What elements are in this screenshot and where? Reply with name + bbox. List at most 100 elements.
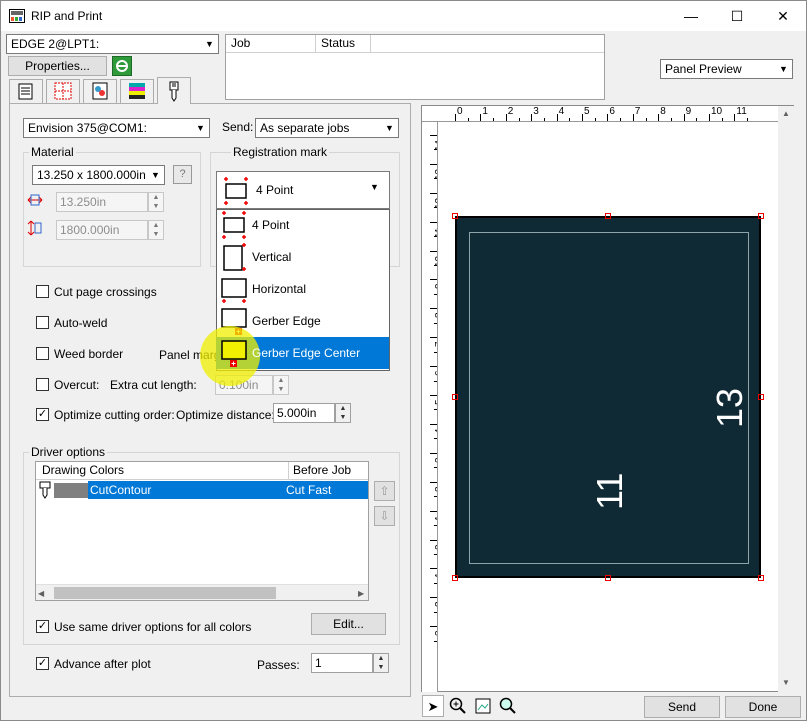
cutter-select[interactable]: Envision 375@COM1: ▼ [23,118,210,138]
overcut-checkbox[interactable] [36,378,49,391]
app-icon [9,9,25,23]
zoom-in-button[interactable] [447,695,469,717]
length-icon [27,220,42,236]
ruler-tick [434,322,437,324]
driver-color-row[interactable]: CutContour Cut Fast [36,481,368,499]
move-down-button[interactable]: ⇩ [374,506,395,526]
ruler-top: 0 1 2 3 4 5 6 7 8 9 10 11 [422,106,778,122]
device-status-icon[interactable] [112,56,132,76]
send-button[interactable]: Send [644,696,720,718]
ruler-tick [607,114,609,121]
tab-color[interactable] [83,79,117,103]
material-length-field[interactable]: 1800.000in [56,220,148,240]
ruler-label: 3 [434,631,437,637]
ruler-tick [493,118,495,121]
registration-mark [452,575,458,581]
ruler-tick [620,118,622,121]
ruler-label: 10 [711,106,723,117]
ruler-tick [434,467,437,469]
send-mode-select[interactable]: As separate jobs ▼ [255,118,399,138]
rip-and-print-window: RIP and Print — ☐ ✕ EDGE 2@LPT1: ▼ Prope… [0,0,807,721]
material-width-field[interactable]: 13.250in [56,192,148,212]
fit-page-button[interactable] [472,695,494,717]
auto-weld-checkbox[interactable] [36,316,49,329]
panel-height-label: 13 [709,387,750,428]
ruler-tick [430,337,437,339]
chevron-down-icon: ▼ [196,123,205,133]
maximize-button[interactable]: ☐ [714,1,760,31]
before-job-header[interactable]: Before Job [289,462,368,480]
ruler-tick [632,114,634,121]
optimize-distance-field[interactable]: 5.000in [273,403,335,423]
print-panel[interactable]: 11 13 [455,216,761,578]
chevron-down-icon: ▼ [205,39,214,49]
ruler-tick [430,134,437,136]
ruler-tick [645,118,647,121]
ruler-tick [582,114,583,121]
ruler-tick [709,114,710,121]
ruler-tick [721,118,723,121]
tab-calibration[interactable] [120,79,154,103]
optimize-distance-spinner[interactable]: ▲ ▼ [335,403,351,423]
minimize-button[interactable]: — [668,1,714,31]
job-column-header[interactable]: Job [226,35,316,53]
ruler-tick [430,395,437,396]
preview-mode-select[interactable]: Panel Preview ▼ [660,59,793,79]
material-help-button[interactable]: ? [173,165,192,184]
tab-cutting[interactable] [157,77,191,104]
material-size-select[interactable]: 13.250 x 1800.000in ▼ [32,165,165,185]
registration-mark-select[interactable]: 4 Point ▼ [216,171,390,209]
drawing-colors-header[interactable]: Drawing Colors [36,462,289,480]
ruler-tick [430,279,437,281]
status-column-header[interactable]: Status [316,35,371,53]
width-spinner[interactable]: ▲ ▼ [148,192,164,212]
option-label: Vertical [252,250,292,264]
properties-button[interactable]: Properties... [8,56,107,76]
window-title: RIP and Print [31,9,103,23]
registration-option-gerber-edge-center[interactable]: Gerber Edge Center [200,326,389,386]
passes-field[interactable]: 1 [311,653,373,673]
tab-print[interactable] [9,79,43,103]
ruler-label: 0 [457,106,463,117]
printer-select[interactable]: EDGE 2@LPT1: ▼ [6,34,219,54]
ruler-label: 6 [609,106,615,117]
ruler-tick [434,582,437,584]
close-button[interactable]: ✕ [760,1,806,31]
option-label: 4 Point [252,218,290,232]
color-action: Cut Fast [286,483,332,497]
extra-cut-spinner[interactable]: ▲ ▼ [273,375,289,395]
zoom-fit-button[interactable] [497,695,519,717]
advance-after-plot-label: Advance after plot [54,657,151,671]
registration-option-4-point[interactable]: 4 Point [216,209,389,241]
driver-options-title: Driver options [29,445,108,459]
ruler-tick [430,539,437,541]
color-name: CutContour [90,483,152,497]
preview-vertical-scrollbar[interactable]: ▲ ▼ [778,106,794,692]
passes-spinner[interactable]: ▲ ▼ [373,653,389,673]
advance-after-plot-checkbox[interactable]: ✓ [36,657,49,670]
move-up-button[interactable]: ⇧ [374,481,395,501]
ruler-label: 9 [685,106,692,117]
width-icon [27,194,43,206]
scrollbar-thumb[interactable] [54,587,276,599]
tab-layout[interactable] [46,79,80,103]
registration-option-vertical[interactable]: Vertical [216,241,389,273]
ruler-tick [434,178,437,180]
cut-page-crossings-checkbox[interactable] [36,285,49,298]
weed-border-checkbox[interactable] [36,347,49,360]
same-driver-options-checkbox[interactable]: ✓ [36,620,49,633]
ruler-label: 1 [482,106,488,117]
select-tool-button[interactable]: ➤ [422,695,444,717]
ruler-tick [434,553,437,555]
length-spinner[interactable]: ▲ ▼ [148,220,164,240]
horizontal-scrollbar[interactable]: ◀ ▶ [36,584,368,600]
driver-colors-list[interactable]: Drawing Colors Before Job CutContour Cut… [35,461,369,601]
job-list[interactable]: Job Status [225,34,605,100]
registration-group-title: Registration mark [231,145,330,159]
edit-button[interactable]: Edit... [311,613,386,635]
ruler-label: 2 [434,486,437,492]
optimize-cutting-order-checkbox[interactable]: ✓ [36,408,49,421]
done-button[interactable]: Done [725,696,801,718]
registration-option-horizontal[interactable]: Horizontal [216,273,389,305]
ruler-tick [543,118,545,121]
